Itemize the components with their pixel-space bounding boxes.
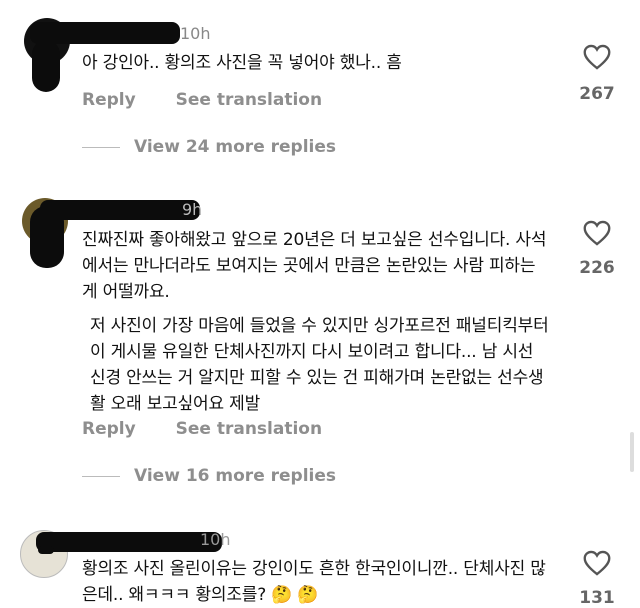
like-count: 131 bbox=[579, 588, 615, 608]
heart-icon[interactable] bbox=[583, 44, 611, 70]
see-translation-link[interactable]: See translation bbox=[176, 419, 322, 439]
heart-icon[interactable] bbox=[583, 550, 611, 576]
comment-text: 황의조 사진 올린이유는 강인이도 흔한 한국인이니깐.. 단체사진 많은데..… bbox=[82, 556, 552, 608]
comment-paragraph: 저 사진이 가장 마음에 들었을 수 있지만 싱가포르전 패널티킥부터 이 게시… bbox=[90, 316, 549, 414]
comment-paragraph: 진짜진짜 좋아해왔고 앞으로 20년은 더 보고싶은 선수입니다. 사석에서는 … bbox=[82, 230, 547, 302]
view-replies-button[interactable]: View 24 more replies bbox=[82, 137, 336, 157]
view-replies-label: View 24 more replies bbox=[134, 137, 337, 157]
scrollbar[interactable] bbox=[630, 432, 634, 472]
view-replies-label: View 16 more replies bbox=[134, 466, 337, 486]
heart-icon[interactable] bbox=[583, 220, 611, 246]
divider-line bbox=[82, 475, 120, 477]
like-count: 226 bbox=[579, 258, 615, 278]
comment-time: 10h bbox=[200, 530, 231, 549]
comment-time: 10h bbox=[180, 24, 211, 43]
comment-text: 진짜진짜 좋아해왔고 앞으로 20년은 더 보고싶은 선수입니다. 사석에서는 … bbox=[82, 227, 552, 417]
comment-line: 아 강인아.. 황의조 사진을 꼭 넣어야 했나.. 흠 bbox=[82, 53, 402, 73]
comment-actions: Reply See translation bbox=[82, 419, 356, 439]
see-translation-link[interactable]: See translation bbox=[176, 90, 322, 110]
redacted-username bbox=[36, 532, 222, 552]
comment-text: 아 강인아.. 황의조 사진을 꼭 넣어야 했나.. 흠 bbox=[82, 50, 552, 76]
divider-line bbox=[82, 146, 120, 148]
redacted-avatar-mark bbox=[32, 40, 60, 92]
like-count: 267 bbox=[579, 84, 615, 104]
reply-button[interactable]: Reply bbox=[82, 419, 136, 439]
view-replies-button[interactable]: View 16 more replies bbox=[82, 466, 336, 486]
redacted-avatar-mark bbox=[38, 546, 54, 554]
comment-time: 9h bbox=[182, 200, 203, 219]
comment-line: 황의조 사진 올린이유는 강인이도 흔한 한국인이니깐.. 단체사진 많은데..… bbox=[82, 559, 546, 605]
comment-actions: Reply See translation bbox=[82, 90, 356, 110]
redacted-avatar-mark bbox=[30, 206, 64, 268]
reply-button[interactable]: Reply bbox=[82, 90, 136, 110]
redacted-username bbox=[40, 200, 200, 220]
